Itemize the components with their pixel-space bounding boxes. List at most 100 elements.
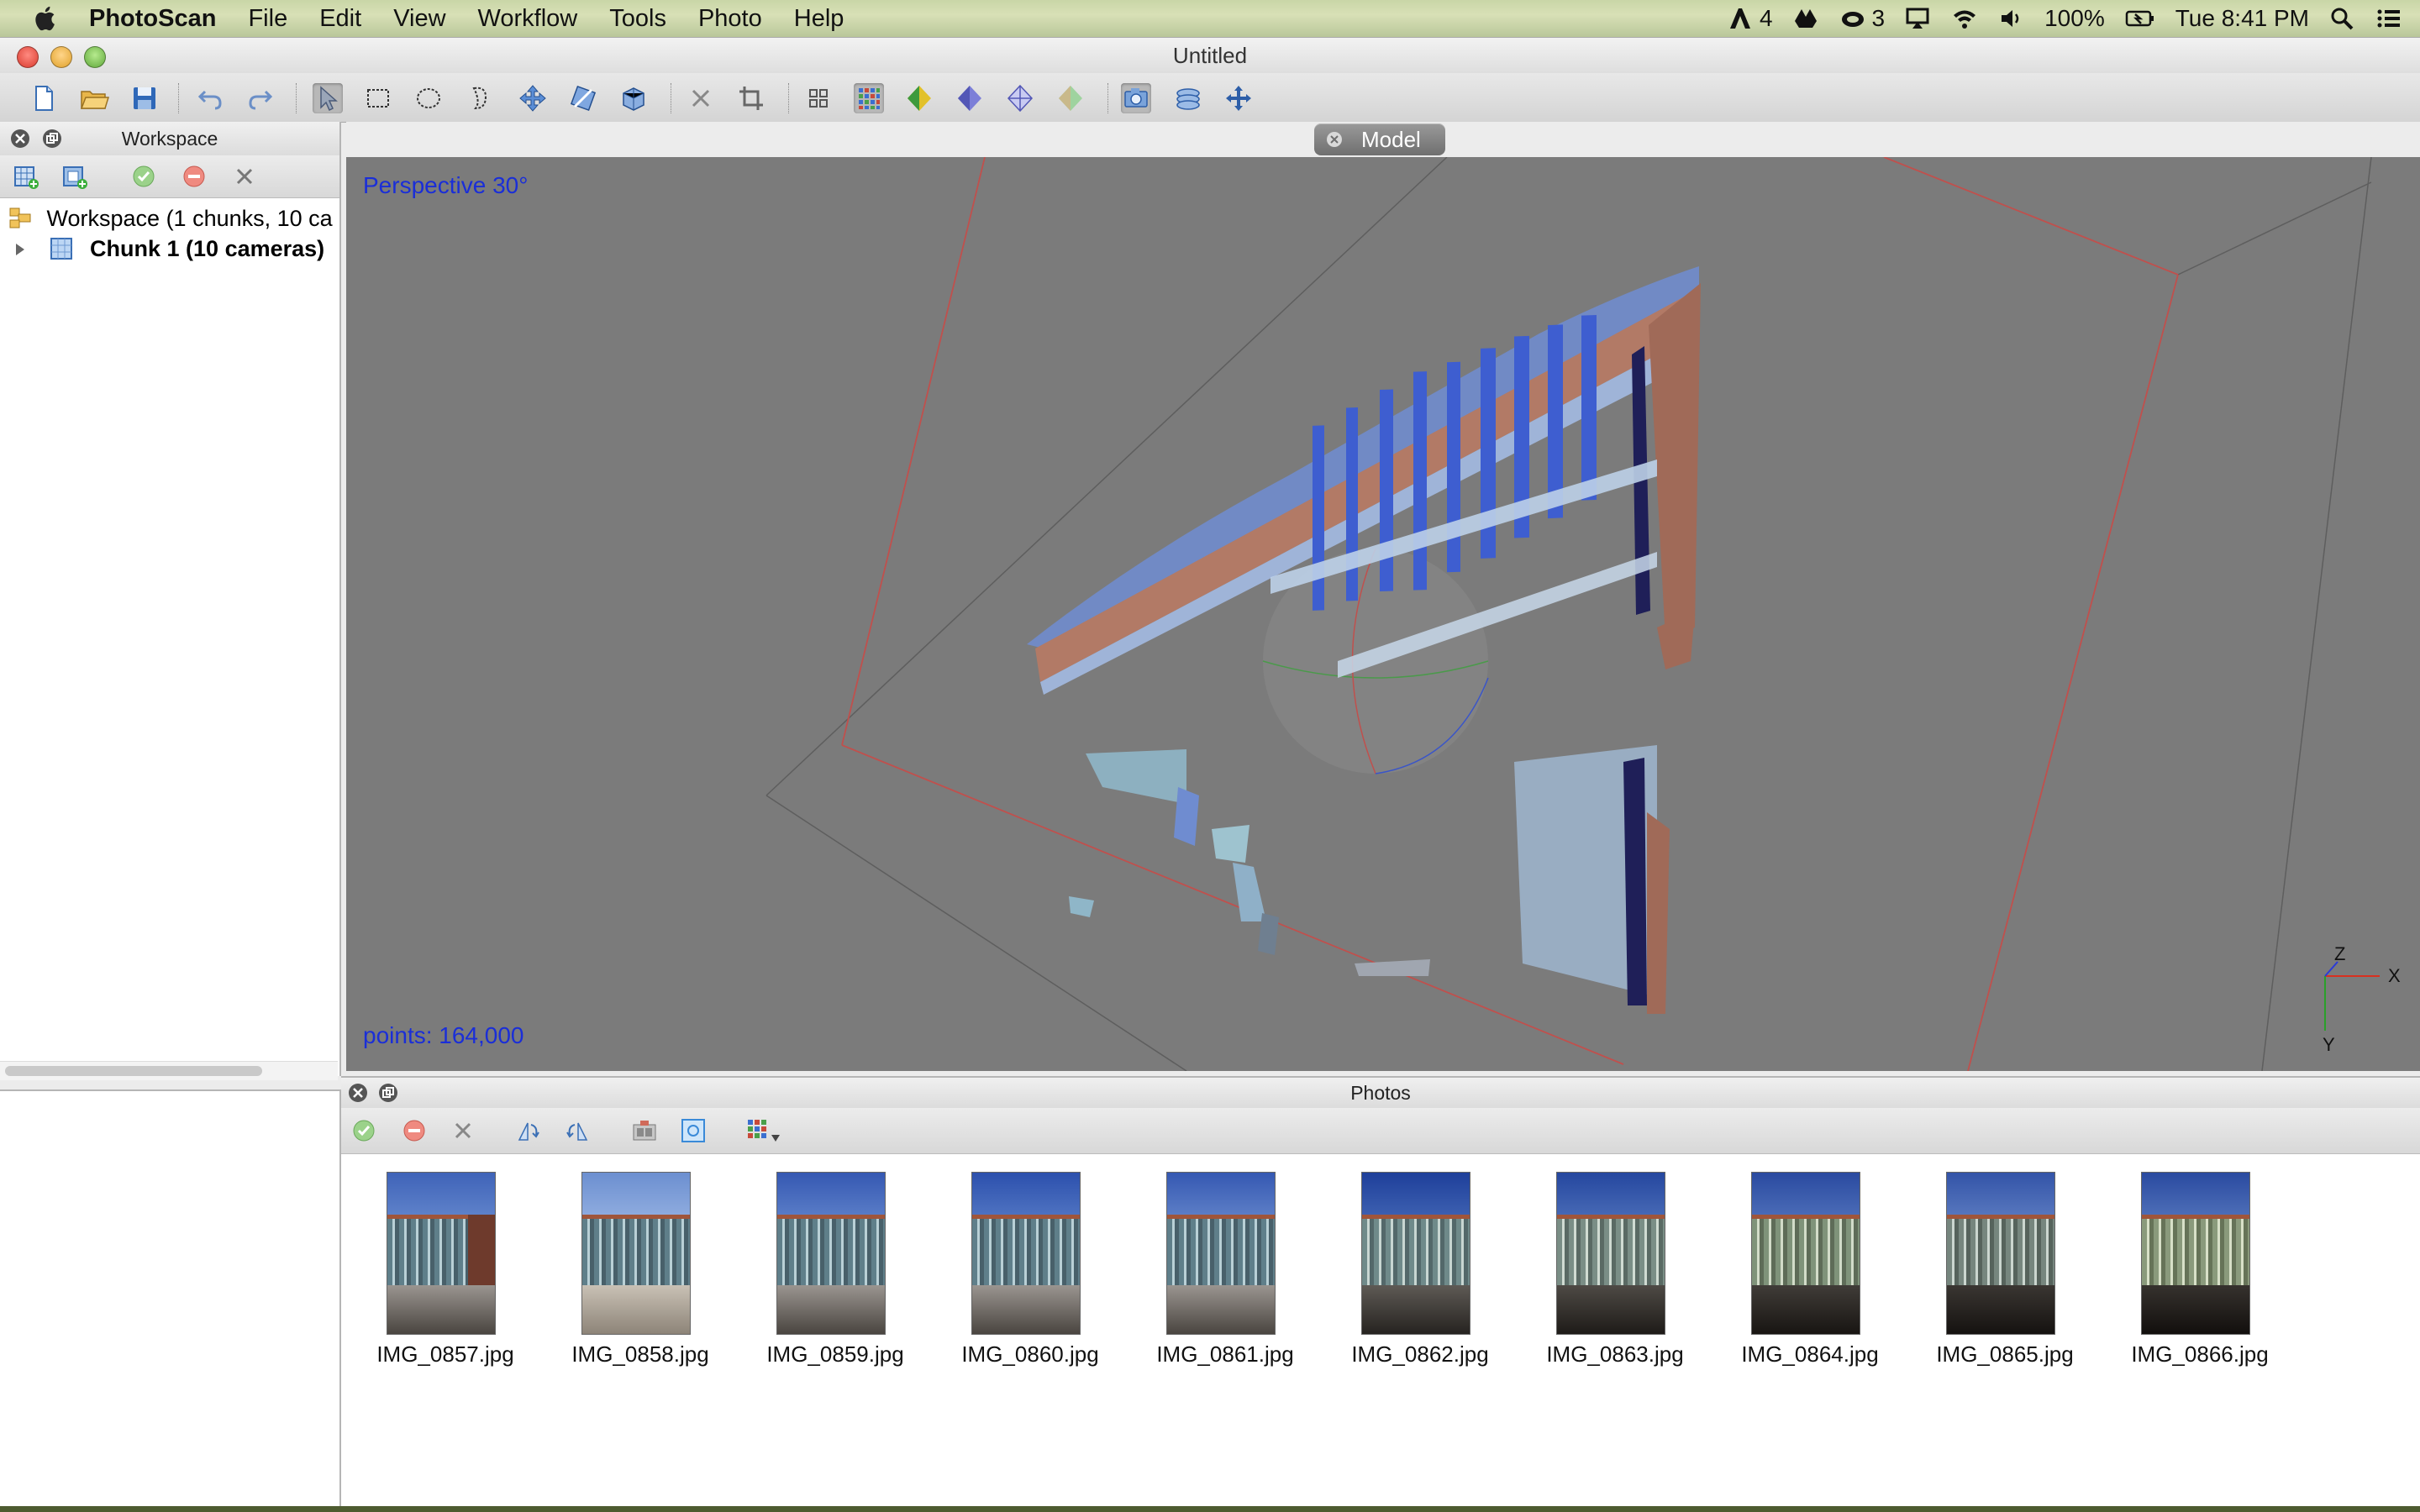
view-mode-dropdown[interactable] [744,1116,792,1145]
open-button[interactable] [79,83,109,113]
photo-thumbnail[interactable]: IMG_0861.jpg [1128,1172,1323,1368]
model-tab[interactable]: Model [1314,123,1445,155]
point-cloud-scene[interactable]: Z X Y [346,157,2420,1071]
chunk-label: Chunk 1 (10 cameras) [90,236,325,261]
undo-button[interactable] [195,83,225,113]
rotate-region-button[interactable] [568,83,598,113]
airplay-icon[interactable] [1903,6,1932,31]
add-chunk-button[interactable] [12,162,40,191]
menu-file[interactable]: File [248,5,287,33]
menu-workflow[interactable]: Workflow [478,5,578,33]
photos-header: Photos [341,1078,2420,1109]
move-object-icon [1226,86,1251,111]
navigation-button[interactable] [518,83,548,113]
tree-item-chunk[interactable]: Chunk 1 (10 cameras) [12,234,324,263]
workspace-float-button[interactable] [42,129,62,149]
title-bar: Untitled [0,38,2420,73]
shaded-model-button[interactable] [904,83,934,113]
window-minimize-button[interactable] [50,46,72,68]
crop-selection-button[interactable] [736,83,766,113]
google-drive-icon[interactable] [1791,6,1820,31]
photo-thumbnail[interactable]: IMG_0860.jpg [933,1172,1128,1368]
photo-thumbnail[interactable]: IMG_0864.jpg [1712,1172,1907,1368]
menu-photo[interactable]: Photo [698,5,762,33]
add-photos-button[interactable] [60,162,89,191]
free-selection-button[interactable] [464,83,494,113]
select-tool-button[interactable] [313,83,343,113]
adobe-status[interactable]: 4 [1726,5,1773,32]
solid-model-button[interactable] [955,83,985,113]
photo-thumbnail[interactable]: IMG_0859.jpg [738,1172,933,1368]
battery-percent[interactable]: 100% [2044,5,2105,32]
move-region-icon [623,87,644,111]
volume-icon[interactable] [1997,6,2026,31]
menu-view[interactable]: View [393,5,445,33]
textured-model-button[interactable] [1055,83,1086,113]
disable-cameras-button[interactable] [180,162,208,191]
menu-help[interactable]: Help [794,5,844,33]
rect-selection-button[interactable] [363,83,393,113]
status-area: 4 3 100% Tue 8:41 PM [1726,0,2403,37]
menu-edit[interactable]: Edit [319,5,361,33]
photo-filename: IMG_0861.jpg [1156,1341,1294,1367]
apple-icon[interactable] [32,4,60,33]
enable-cameras-button[interactable] [129,162,158,191]
photo-thumbnail[interactable]: IMG_0858.jpg [543,1172,738,1368]
model-viewport[interactable]: Z X Y Perspective 30° points: 164,000 [346,157,2420,1071]
clock[interactable]: Tue 8:41 PM [2175,5,2309,32]
rotate-left-button[interactable] [563,1116,592,1145]
show-cameras-button[interactable] [1121,83,1151,113]
reset-photos-button[interactable] [679,1116,708,1145]
new-button[interactable] [29,83,59,113]
circle-selection-button[interactable] [413,83,444,113]
workspace-scrollbar-thumb[interactable] [5,1066,262,1076]
rotate-left-icon [566,1122,588,1141]
creative-cloud-status[interactable]: 3 [1839,5,1885,32]
app-name-menu[interactable]: PhotoScan [89,5,216,33]
float-icon [43,129,61,148]
photo-thumbnail[interactable]: IMG_0857.jpg [348,1172,543,1368]
expand-triangle-icon[interactable] [12,241,29,258]
photo-thumbnail[interactable]: IMG_0866.jpg [2102,1172,2297,1368]
redo-icon [249,90,273,110]
move-region-button[interactable] [618,83,649,113]
reset-view-button[interactable] [1173,83,1203,113]
photo-thumbnail[interactable]: IMG_0862.jpg [1323,1172,1518,1368]
window-close-button[interactable] [17,46,39,68]
photo-thumbnail[interactable]: IMG_0865.jpg [1907,1172,2102,1368]
wifi-icon[interactable] [1950,6,1979,31]
enable-photos-button[interactable] [350,1116,378,1145]
point-cloud-button[interactable] [803,83,834,113]
toolbar-separator [296,83,297,113]
remove-photos-button[interactable] [449,1116,477,1145]
wireframe-model-button[interactable] [1005,83,1035,113]
axis-y-label: Y [2323,1034,2335,1055]
battery-icon[interactable] [2123,6,2157,31]
menu-tools[interactable]: Tools [609,5,666,33]
redo-button[interactable] [245,83,276,113]
delete-selection-button[interactable] [686,83,716,113]
workspace-title: Workspace [121,128,218,150]
window-zoom-button[interactable] [84,46,106,68]
remove-items-button[interactable] [230,162,259,191]
photos-close-button[interactable] [348,1083,368,1103]
delete-icon [692,89,710,108]
photo-thumbnail[interactable]: IMG_0863.jpg [1518,1172,1712,1368]
workspace-close-button[interactable] [10,129,30,149]
spotlight-search-icon[interactable] [2328,6,2356,31]
photo-filename: IMG_0857.jpg [376,1341,514,1367]
notification-center-icon[interactable] [2375,6,2403,31]
photos-pane: Photos IMG_0857.jpg IMG_0858.jpg IMG_085… [341,1076,2420,1506]
move-object-button[interactable] [1223,83,1254,113]
dense-cloud-button[interactable] [854,83,884,113]
close-icon[interactable] [1326,131,1343,148]
photo-filename: IMG_0862.jpg [1351,1341,1489,1367]
disable-photos-button[interactable] [400,1116,429,1145]
import-masks-button[interactable] [630,1116,659,1145]
rotate-right-button[interactable] [514,1116,543,1145]
photos-float-button[interactable] [378,1083,398,1103]
adobe-count: 4 [1759,5,1773,31]
tree-item-workspace[interactable]: Workspace (1 chunks, 10 ca [8,204,333,233]
save-button[interactable] [129,83,160,113]
model-tab-label: Model [1361,127,1421,152]
